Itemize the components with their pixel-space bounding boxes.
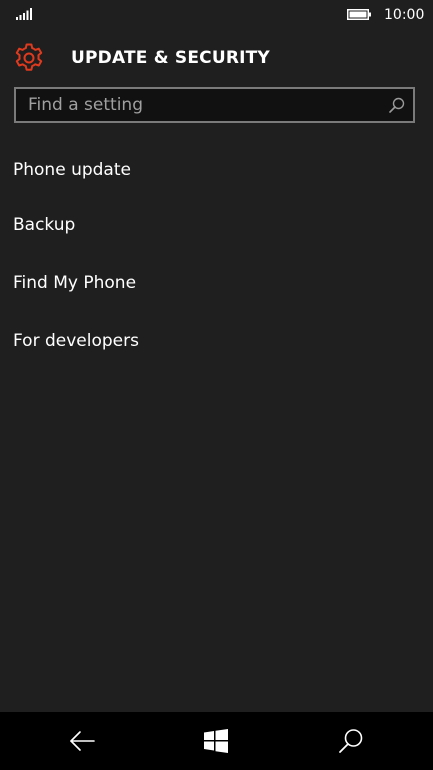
status-bar: 10:00 [0,0,433,30]
battery-icon [347,9,371,20]
navigation-bar [0,712,433,770]
search-input[interactable] [16,89,376,121]
status-time: 10:00 [384,7,425,23]
back-arrow-icon[interactable] [68,727,96,755]
search-icon[interactable] [389,97,405,113]
settings-list: Phone update Backup Find My Phone For de… [0,144,433,370]
windows-logo-icon[interactable] [202,727,230,755]
search-box[interactable] [14,87,415,123]
page-title: UPDATE & SECURITY [71,48,270,68]
menu-item-find-my-phone[interactable]: Find My Phone [0,254,433,312]
search-icon[interactable] [337,727,365,755]
menu-item-backup[interactable]: Backup [0,196,433,254]
page-header: UPDATE & SECURITY [0,38,433,78]
gear-icon [15,43,43,71]
signal-strength-icon [16,8,32,20]
menu-item-for-developers[interactable]: For developers [0,312,433,370]
menu-item-phone-update[interactable]: Phone update [0,144,433,196]
